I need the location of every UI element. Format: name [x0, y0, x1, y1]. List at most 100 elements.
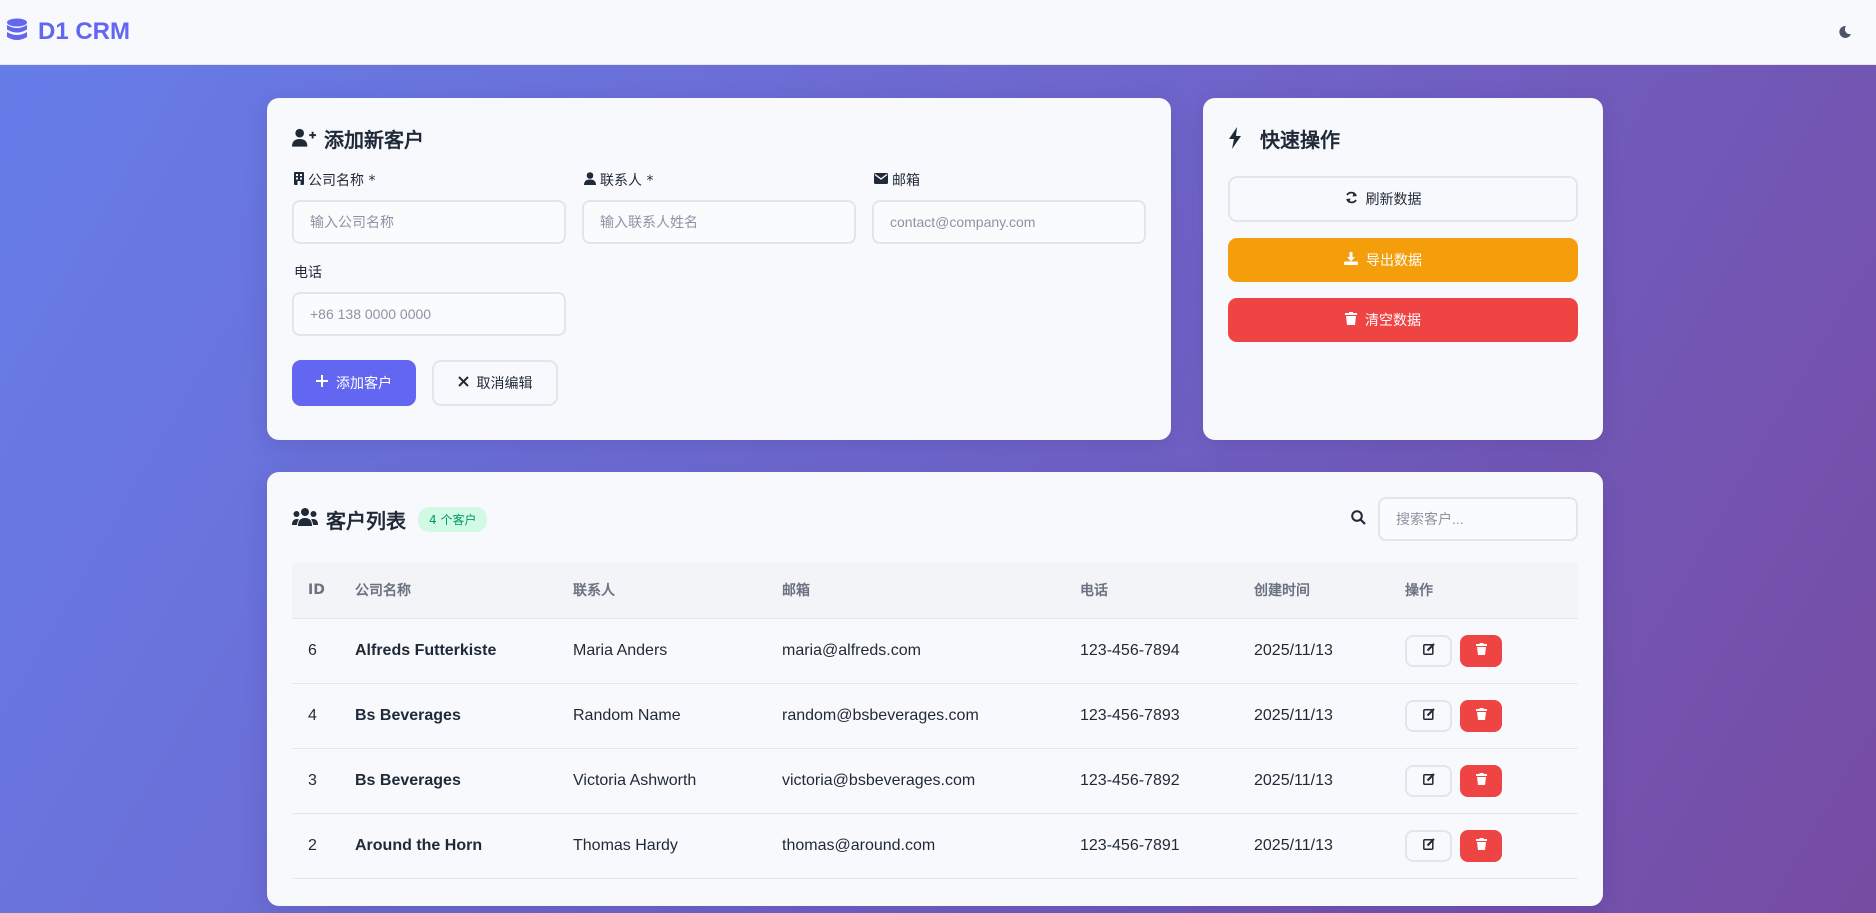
close-icon [457, 375, 469, 391]
envelope-icon [874, 172, 888, 188]
cell-actions [1405, 683, 1578, 748]
user-icon [584, 171, 596, 189]
refresh-data-button[interactable]: 刷新数据 [1228, 176, 1578, 222]
trash-icon [1475, 837, 1487, 855]
quick-actions-title: 快速操作 [1228, 124, 1578, 152]
moon-icon[interactable] [1836, 23, 1854, 41]
cell-id: 6 [308, 641, 317, 659]
trash-icon [1475, 707, 1487, 725]
delete-button[interactable] [1460, 764, 1502, 797]
brand[interactable]: D1 CRM [6, 18, 130, 46]
cell-id: 4 [308, 706, 317, 724]
email-label: 邮箱 [892, 173, 920, 189]
trash-icon [1345, 311, 1357, 329]
contact-label: 联系人 * [600, 173, 654, 189]
cell-company: Alfreds Futterkiste [355, 641, 497, 659]
cell-id: 3 [308, 771, 317, 789]
column-header-company[interactable]: 公司名称 [355, 562, 573, 618]
column-header-contact[interactable]: 联系人 [573, 562, 782, 618]
cell-contact: Thomas Hardy [573, 836, 678, 854]
database-icon [6, 18, 28, 46]
column-header-email[interactable]: 邮箱 [782, 562, 1080, 618]
email-input[interactable] [872, 200, 1146, 244]
trash-icon [1475, 772, 1487, 790]
plus-icon [316, 375, 328, 391]
cell-created: 2025/11/13 [1254, 771, 1333, 789]
email-field: 邮箱 [872, 170, 1146, 244]
cell-contact: Victoria Ashworth [573, 771, 697, 789]
cell-created: 2025/11/13 [1254, 706, 1333, 724]
export-data-button[interactable]: 导出数据 [1228, 238, 1578, 282]
delete-button[interactable] [1460, 634, 1502, 667]
column-header-actions: 操作 [1405, 582, 1433, 599]
contact-input[interactable] [582, 200, 856, 244]
phone-field: 电话 [292, 262, 566, 336]
trash-icon [1475, 642, 1487, 660]
company-field: 公司名称 * [292, 170, 566, 244]
refresh-icon [1345, 191, 1358, 208]
edit-button[interactable] [1405, 829, 1452, 862]
user-plus-icon [292, 127, 316, 149]
cell-email: random@bsbeverages.com [782, 706, 979, 724]
cell-company: Bs Beverages [355, 706, 461, 724]
bolt-icon [1228, 127, 1252, 149]
table-row: 3 Bs Beverages Victoria Ashworth victori… [292, 748, 1578, 813]
app-title: D1 CRM [38, 18, 131, 45]
add-customer-title: 添加新客户 [292, 124, 1146, 152]
cell-company: Around the Horn [355, 836, 483, 854]
edit-button[interactable] [1405, 699, 1452, 732]
cell-email: victoria@bsbeverages.com [782, 771, 976, 789]
company-input[interactable] [292, 200, 566, 244]
top-navbar: D1 CRM [0, 0, 1876, 65]
cell-created: 2025/11/13 [1254, 836, 1333, 854]
building-icon [294, 171, 304, 189]
edit-icon [1422, 772, 1435, 790]
search-box [1351, 497, 1578, 541]
edit-icon [1422, 837, 1435, 855]
cell-email: maria@alfreds.com [782, 641, 921, 659]
cell-id: 2 [308, 836, 317, 854]
search-icon [1351, 509, 1366, 529]
add-customer-button[interactable]: 添加客户 [292, 360, 416, 406]
delete-button[interactable] [1460, 699, 1502, 732]
column-header-id[interactable]: ID [292, 562, 355, 618]
search-input[interactable] [1378, 497, 1578, 541]
edit-button[interactable] [1405, 634, 1452, 667]
cell-phone: 123-456-7893 [1080, 706, 1180, 724]
cell-actions [1405, 813, 1578, 878]
cell-company: Bs Beverages [355, 771, 461, 789]
download-icon [1344, 251, 1358, 269]
edit-button[interactable] [1405, 764, 1452, 797]
cell-phone: 123-456-7891 [1080, 836, 1180, 854]
table-row: 4 Bs Beverages Random Name random@bsbeve… [292, 683, 1578, 748]
phone-input[interactable] [292, 292, 566, 336]
cell-phone: 123-456-7892 [1080, 771, 1180, 789]
cell-email: thomas@around.com [782, 836, 936, 854]
cell-actions [1405, 618, 1578, 683]
edit-icon [1422, 707, 1435, 725]
column-header-created[interactable]: 创建时间 [1254, 562, 1405, 618]
quick-actions-card: 快速操作 刷新数据 导出数据 清空数据 [1203, 98, 1603, 440]
table-row: 6 Alfreds Futterkiste Maria Anders maria… [292, 618, 1578, 683]
cell-contact: Maria Anders [573, 641, 668, 659]
edit-icon [1422, 642, 1435, 660]
users-icon [292, 507, 318, 532]
cancel-edit-button[interactable]: 取消编辑 [432, 360, 558, 406]
cell-contact: Random Name [573, 706, 681, 724]
customer-list-card: 客户列表 4 个客户 ID 公司名称 联系人 邮箱 电话 创建时间 操作 [267, 472, 1603, 906]
customer-count-badge: 4 个客户 [418, 506, 488, 532]
cell-created: 2025/11/13 [1254, 641, 1333, 659]
table-header-row: ID 公司名称 联系人 邮箱 电话 创建时间 操作 [292, 562, 1578, 618]
cell-phone: 123-456-7894 [1080, 641, 1180, 659]
column-header-phone[interactable]: 电话 [1080, 562, 1254, 618]
customer-table: ID 公司名称 联系人 邮箱 电话 创建时间 操作 6 Alfreds Futt… [292, 562, 1578, 879]
contact-field: 联系人 * [582, 170, 856, 244]
clear-data-button[interactable]: 清空数据 [1228, 298, 1578, 342]
add-customer-card: 添加新客户 公司名称 * 输入公司名称 联系人 * 输入联系人姓名 邮箱 con… [267, 98, 1171, 440]
delete-button[interactable] [1460, 829, 1502, 862]
company-label: 公司名称 * [308, 173, 376, 189]
table-row: 2 Around the Horn Thomas Hardy thomas@ar… [292, 813, 1578, 878]
phone-label: 电话 [294, 265, 322, 281]
customer-list-title: 客户列表 4 个客户 [292, 505, 488, 534]
cell-actions [1405, 748, 1578, 813]
